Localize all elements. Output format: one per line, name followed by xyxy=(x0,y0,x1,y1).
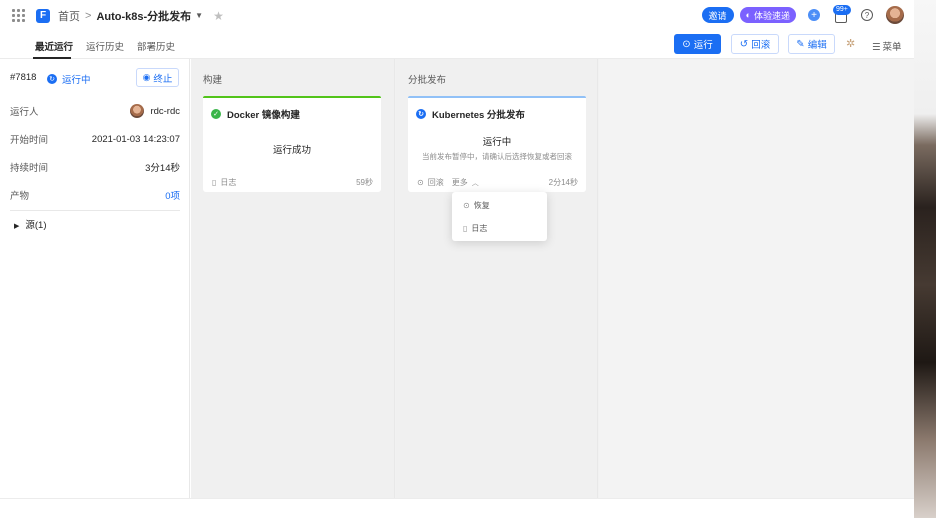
dropdown-item-log[interactable]: ▯ 日志 xyxy=(463,223,487,234)
app-grid-icon[interactable] xyxy=(12,8,26,23)
run-button[interactable]: ⊙ 运行 xyxy=(674,34,721,54)
card-status-text: 运行中 xyxy=(482,137,512,148)
dropdown-item-resume[interactable]: ⊙ 恢复 xyxy=(463,200,490,211)
source-toggle[interactable]: ▶ 源(1) xyxy=(14,217,47,231)
log-icon: ▯ xyxy=(212,178,217,187)
notification-button[interactable]: 99+ xyxy=(833,5,851,23)
history-icon: ↺ xyxy=(739,38,749,50)
start-time-label: 开始时间 xyxy=(10,135,49,146)
play-icon: ⊙ xyxy=(682,38,691,50)
invite-button[interactable]: 邀请 xyxy=(701,7,734,23)
menu-button-label: 菜单 xyxy=(882,42,902,53)
artifacts-label: 产物 xyxy=(10,191,30,202)
card-actions: ⊙ 回滚 更多 ︿ xyxy=(417,177,479,188)
caret-right-icon: ▶ xyxy=(14,223,20,230)
notification-badge: 99+ xyxy=(833,5,851,15)
source-label: 源(1) xyxy=(25,220,47,231)
artifacts-link[interactable]: 0项 xyxy=(165,188,180,202)
duration-label: 持续时间 xyxy=(10,163,49,174)
rollback-button[interactable]: ↺ 回滚 xyxy=(731,34,779,54)
card-title: Docker 镜像构建 xyxy=(227,110,300,121)
dropdown-log-label: 日志 xyxy=(471,224,488,233)
log-label: 日志 xyxy=(220,178,237,187)
pencil-icon: ✎ xyxy=(796,38,805,50)
runner-row: 运行人 rdc-rdc xyxy=(10,104,180,118)
edit-button-label: 编辑 xyxy=(807,40,827,51)
card-header: ✓ Docker 镜像构建 xyxy=(203,98,381,121)
experience-label: 体验速递 xyxy=(753,10,790,21)
chevron-up-icon: ︿ xyxy=(471,179,479,187)
breadcrumb-home[interactable]: 首页 xyxy=(58,8,80,24)
stage-empty-area xyxy=(599,59,914,498)
running-icon: ↻ xyxy=(47,74,57,84)
card-hint: 当前发布暂停中，请确认后选择恢复或者回滚 xyxy=(422,152,572,161)
star-icon[interactable]: ★ xyxy=(213,9,224,23)
runner-label: 运行人 xyxy=(10,107,39,118)
rollback-button-label: 回滚 xyxy=(751,40,771,51)
settings-figure-icon[interactable]: ✲ xyxy=(846,38,859,51)
running-icon: ↻ xyxy=(416,109,426,119)
top-right-actions: 邀请 ◐ 体验速递 + 99+ ? xyxy=(701,5,904,24)
chevron-down-icon[interactable]: ▼ xyxy=(195,11,203,20)
rollback-link-label: 回滚 xyxy=(427,178,444,187)
menu-button[interactable]: ☰ 菜单 xyxy=(872,39,902,53)
stage-deploy: 分批发布 ↻ Kubernetes 分批发布 运行中 当前发布暂停中，请确认后选择… xyxy=(396,59,598,498)
tab-deploy-history[interactable]: 部署历史 xyxy=(137,39,175,53)
start-time-row: 开始时间 2021-01-03 14:23:07 xyxy=(10,132,180,147)
edit-button[interactable]: ✎ 编辑 xyxy=(788,34,835,54)
stage-build: 构建 ✓ Docker 镜像构建 运行成功 ▯ 日志 59秒 xyxy=(191,59,395,498)
runner-value: rdc-rdc xyxy=(130,104,180,118)
card-title: Kubernetes 分批发布 xyxy=(432,110,525,121)
experience-icon: ◐ xyxy=(745,10,751,20)
background-window-edge xyxy=(914,0,936,518)
menu-icon: ☰ xyxy=(872,42,881,53)
artifacts-row: 产物 0项 xyxy=(10,188,180,202)
more-dropdown-menu: ⊙ 恢复 ▯ 日志 xyxy=(452,192,547,241)
stop-button-label: 终止 xyxy=(153,73,173,85)
run-button-label: 运行 xyxy=(693,40,713,51)
pipeline-title[interactable]: Auto-k8s-分批发布 xyxy=(96,8,191,24)
tab-bar: 最近运行 运行历史 部署历史 ⊙ 运行 ↺ 回滚 ✎ 编辑 ✲ ☰ 菜单 xyxy=(0,31,914,59)
docker-build-card[interactable]: ✓ Docker 镜像构建 运行成功 ▯ 日志 59秒 xyxy=(203,96,381,192)
more-dropdown-toggle[interactable]: 更多 ︿ xyxy=(452,177,479,188)
run-status-label: 运行中 xyxy=(62,75,91,86)
tab-recent-runs[interactable]: 最近运行 xyxy=(35,39,73,53)
stage-deploy-title: 分批发布 xyxy=(408,75,447,86)
k8s-deploy-card[interactable]: ↻ Kubernetes 分批发布 运行中 当前发布暂停中，请确认后选择恢复或者回… xyxy=(408,96,586,192)
breadcrumb-separator: > xyxy=(85,9,92,22)
start-time-value: 2021-01-03 14:23:07 xyxy=(91,133,180,145)
rollback-link[interactable]: ⊙ 回滚 xyxy=(417,177,444,188)
duration-value: 3分14秒 xyxy=(145,163,180,174)
stage-build-title: 构建 xyxy=(203,75,223,86)
play-circle-icon: ⊙ xyxy=(417,178,424,187)
card-status-text: 运行成功 xyxy=(272,145,311,156)
top-bar: F 首页 > Auto-k8s-分批发布 ▼ ★ 邀请 ◐ 体验速递 + 99+ … xyxy=(0,0,914,31)
user-avatar[interactable] xyxy=(886,6,904,24)
stop-icon: ◉ xyxy=(142,72,151,82)
runner-name: rdc-rdc xyxy=(150,105,180,117)
stop-button[interactable]: ◉ 终止 xyxy=(136,68,179,87)
more-label: 更多 xyxy=(451,178,468,187)
footer-band xyxy=(0,498,914,518)
experience-button[interactable]: ◐ 体验速递 xyxy=(739,7,796,23)
log-link[interactable]: ▯ 日志 xyxy=(212,177,236,188)
pipeline-stages: 构建 ✓ Docker 镜像构建 运行成功 ▯ 日志 59秒 分批发布 ↻ Kuber… xyxy=(191,59,914,498)
card-duration: 2分14秒 xyxy=(548,178,578,187)
help-icon[interactable]: ? xyxy=(861,9,873,21)
card-header: ↻ Kubernetes 分批发布 xyxy=(408,98,586,121)
run-status: ↻ 运行中 xyxy=(47,72,91,86)
runner-avatar xyxy=(130,104,145,118)
log-icon: ▯ xyxy=(463,224,468,233)
add-icon[interactable]: + xyxy=(808,9,820,21)
resume-label: 恢复 xyxy=(473,201,490,210)
tab-run-history[interactable]: 运行历史 xyxy=(86,39,124,53)
divider xyxy=(10,210,180,211)
duration-row: 持续时间 3分14秒 xyxy=(10,160,180,174)
card-duration: 59秒 xyxy=(356,178,373,187)
play-circle-icon: ⊙ xyxy=(463,201,470,210)
flow-logo-icon[interactable]: F xyxy=(36,8,50,23)
run-id: #7818 xyxy=(10,72,37,83)
run-info-panel: #7818 ↻ 运行中 ◉ 终止 运行人 rdc-rdc 开始时间 2021-01-… xyxy=(0,59,190,498)
check-circle-icon: ✓ xyxy=(211,109,221,119)
